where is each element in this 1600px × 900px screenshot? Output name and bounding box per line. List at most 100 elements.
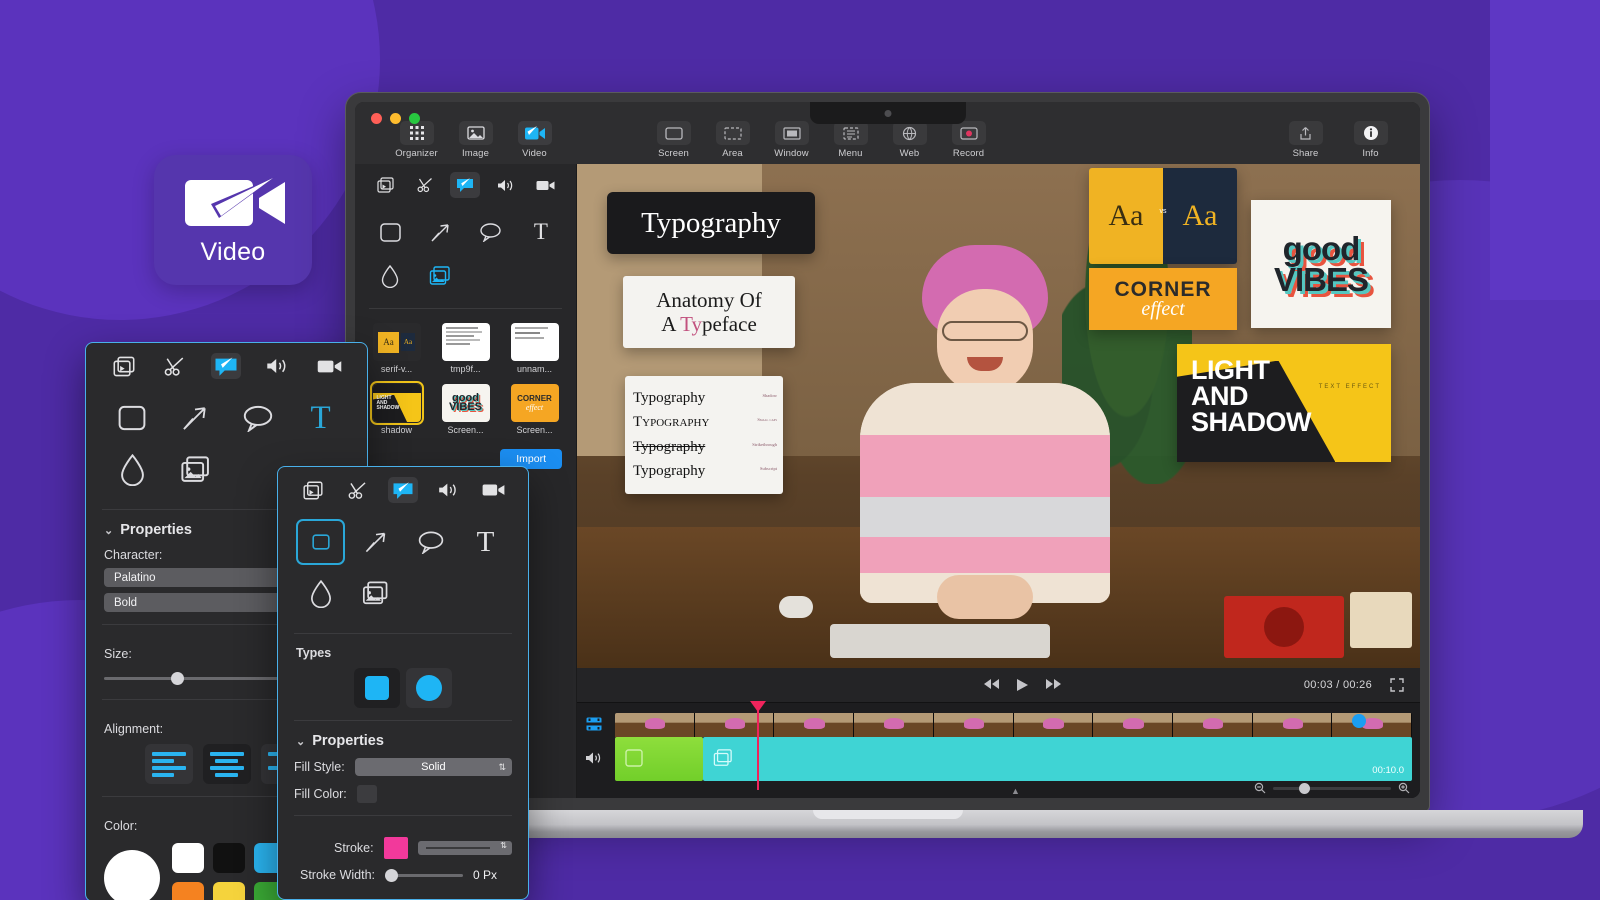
arrow-tool[interactable] [417, 212, 463, 252]
text-tool[interactable]: T [292, 395, 349, 441]
rectangle-tool[interactable] [104, 395, 161, 441]
annotate-icon[interactable] [387, 477, 418, 503]
media-item[interactable]: unnam... [503, 323, 566, 374]
timeline-clip-intro[interactable] [615, 737, 703, 781]
properties-section-header[interactable]: ⌄ Properties [278, 733, 528, 749]
rectangle-tool[interactable] [367, 212, 413, 252]
toolbar-item-area[interactable]: Area [705, 121, 760, 159]
timeline-zoom-knob[interactable] [1299, 782, 1310, 794]
callout-tool[interactable] [406, 519, 455, 565]
color-swatch-black[interactable] [213, 843, 245, 873]
clips-icon[interactable] [109, 353, 139, 379]
timeline-zoom-slider[interactable] [1273, 782, 1391, 794]
annotate-icon[interactable] [450, 172, 481, 198]
toolbar-item-window[interactable]: Window [764, 121, 819, 159]
align-center-button[interactable] [202, 744, 251, 784]
rectangle-tool[interactable] [296, 519, 345, 565]
play-icon[interactable] [1016, 678, 1029, 692]
blur-tool[interactable] [367, 256, 413, 296]
audio-track-icon[interactable] [585, 751, 603, 765]
timeline-clip-main[interactable]: 00:10.0 [703, 737, 1412, 781]
book-prop [1224, 595, 1345, 658]
callout-tool[interactable] [230, 395, 287, 441]
stroke-width-slider[interactable] [385, 868, 464, 882]
media-tool[interactable] [351, 571, 400, 617]
maximize-button[interactable] [409, 113, 420, 124]
fast-forward-icon[interactable] [1045, 678, 1062, 692]
camera-icon[interactable] [531, 172, 561, 198]
size-slider[interactable] [104, 671, 291, 685]
timeline-clip-handle[interactable] [1352, 714, 1366, 728]
scissors-icon[interactable] [160, 353, 190, 379]
zoom-out-icon[interactable] [1254, 782, 1266, 794]
video-preview[interactable]: Typography Anatomy Of A Typeface Typogra… [577, 164, 1420, 668]
timeline-clips[interactable]: 00:10.0 [615, 737, 1412, 781]
media-item[interactable]: CORNER effect Screen... [503, 384, 566, 435]
media-item[interactable]: LIGHT AND SHADOW shadow [365, 381, 428, 435]
overlay-spec-card[interactable]: Typography Shadow Typography Small caps … [625, 376, 783, 494]
collapse-caret-icon[interactable]: ▲ [1011, 786, 1020, 796]
close-button[interactable] [371, 113, 382, 124]
stroke-style-select[interactable] [417, 841, 512, 855]
speaker-icon[interactable] [433, 477, 463, 503]
minimize-button[interactable] [390, 113, 401, 124]
overlay-title-card[interactable]: Typography [607, 192, 815, 254]
blur-tool[interactable] [296, 571, 345, 617]
traffic-lights[interactable] [371, 113, 420, 124]
timeline-playhead[interactable] [750, 701, 766, 790]
stroke-color-swatch[interactable] [383, 837, 408, 859]
toolbar-item-organizer[interactable]: Organizer [389, 121, 444, 159]
clips-icon[interactable] [298, 477, 328, 503]
toolbar-item-web[interactable]: Web [882, 121, 937, 159]
fullscreen-icon[interactable] [1390, 678, 1404, 692]
media-item[interactable]: good VIBES Screen... [434, 384, 497, 435]
blur-tool[interactable] [104, 447, 161, 493]
overlay-anatomy-card[interactable]: Anatomy Of A Typeface [623, 276, 795, 348]
toolbar-item-menu[interactable]: Menu [823, 121, 878, 159]
camera-icon[interactable] [478, 477, 508, 503]
size-slider-knob[interactable] [171, 671, 185, 685]
clips-icon[interactable] [370, 172, 400, 198]
scissors-icon[interactable] [410, 172, 440, 198]
callout-tool[interactable] [468, 212, 514, 252]
media-item[interactable]: tmp9f... [434, 323, 497, 374]
spec-text: Typography [633, 389, 706, 406]
color-swatch-white[interactable] [172, 843, 204, 873]
media-tool[interactable] [167, 447, 224, 493]
arrow-tool[interactable] [167, 395, 224, 441]
media-tool[interactable] [417, 256, 463, 296]
toolbar-item-screen[interactable]: Screen [646, 121, 701, 159]
zoom-in-icon[interactable] [1398, 782, 1410, 794]
toolbar-item-share[interactable]: Share [1278, 121, 1333, 159]
overlay-poster-aa[interactable]: Aa Aa vs [1089, 168, 1237, 264]
fill-color-swatch[interactable] [356, 785, 377, 803]
timeline[interactable]: 00:10.0 ▲ [577, 701, 1420, 798]
color-swatch-orange[interactable] [172, 882, 204, 900]
toolbar-item-record[interactable]: Record [941, 121, 996, 159]
current-color-preview[interactable] [104, 849, 160, 900]
camera-icon[interactable] [314, 353, 344, 379]
overlay-poster-light-shadow[interactable]: LIGHT AND SHADOW TEXT EFFECT [1177, 344, 1391, 462]
square-type-button[interactable] [354, 668, 400, 708]
circle-type-button[interactable] [406, 668, 452, 708]
color-swatch-yellow[interactable] [213, 882, 245, 900]
toolbar-item-image[interactable]: Image [448, 121, 503, 159]
toolbar-item-video[interactable]: Video [507, 121, 562, 159]
speaker-icon[interactable] [491, 172, 521, 198]
overlay-poster-corner[interactable]: CORNER effect [1089, 268, 1237, 330]
timeline-tracks[interactable]: 00:10.0 ▲ [611, 701, 1420, 798]
video-track-icon[interactable] [586, 717, 602, 731]
arrow-tool[interactable] [351, 519, 400, 565]
annotate-icon[interactable] [211, 353, 242, 379]
scissors-icon[interactable] [343, 477, 373, 503]
text-tool[interactable]: T [518, 212, 564, 252]
overlay-poster-good-vibes[interactable]: good VIBES [1251, 200, 1391, 328]
toolbar-item-info[interactable]: Info [1343, 121, 1398, 159]
rewind-icon[interactable] [983, 678, 1000, 692]
speaker-icon[interactable] [263, 353, 293, 379]
fill-style-select[interactable]: Solid [354, 758, 512, 776]
align-left-button[interactable] [144, 744, 193, 784]
text-tool[interactable]: T [461, 519, 510, 565]
media-item[interactable]: Aa Aa serif-v... [365, 323, 428, 374]
stroke-width-knob[interactable] [385, 868, 399, 882]
